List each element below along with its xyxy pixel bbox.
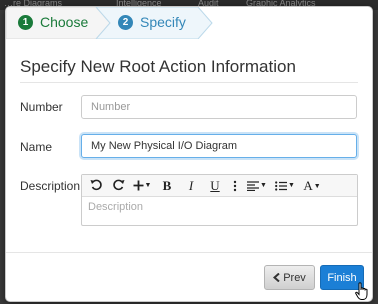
step-label: Specify <box>140 14 186 30</box>
underline-icon[interactable]: U <box>204 176 226 196</box>
italic-icon[interactable]: I <box>180 176 202 196</box>
more-icon[interactable] <box>228 176 242 196</box>
editor-toolbar: ▼ B I U ▼ ▼ A ▼ <box>82 175 357 197</box>
name-label: Name <box>20 140 53 154</box>
dialog-title: Specify New Root Action Information <box>20 57 358 83</box>
number-input[interactable]: Number <box>81 95 357 119</box>
font-size-icon[interactable]: A ▼ <box>300 176 324 196</box>
font-size-label: A <box>303 177 313 193</box>
step-number: 1 <box>18 14 33 30</box>
wizard-step-choose[interactable]: 1 Choose <box>18 14 88 30</box>
description-label: Description <box>20 179 81 193</box>
description-input[interactable]: Description <box>82 197 357 217</box>
undo-icon[interactable] <box>86 176 106 196</box>
wizard-steps: 1 Choose 2 Specify <box>6 7 372 39</box>
finish-label: Finish <box>327 271 357 284</box>
wizard-dialog: 1 Choose 2 Specify Specify New Root Acti… <box>5 6 373 302</box>
number-label: Number <box>20 100 63 114</box>
description-editor: ▼ B I U ▼ ▼ A ▼ Description <box>81 174 358 226</box>
bold-icon[interactable]: B <box>156 176 178 196</box>
wizard-step-specify[interactable]: 2 Specify <box>118 14 186 30</box>
chevron-left-icon <box>273 273 280 282</box>
list-icon[interactable]: ▼ <box>272 176 298 196</box>
redo-icon[interactable] <box>108 176 128 196</box>
step-number: 2 <box>118 14 133 30</box>
align-icon[interactable]: ▼ <box>244 176 270 196</box>
prev-button[interactable]: Prev <box>264 265 315 290</box>
name-input[interactable]: My New Physical I/O Diagram <box>81 134 357 158</box>
prev-label: Prev <box>283 271 306 284</box>
insert-icon[interactable]: ▼ <box>130 176 154 196</box>
hand-cursor-icon <box>355 282 368 300</box>
footer-divider <box>6 252 372 253</box>
step-label: Choose <box>40 14 89 30</box>
